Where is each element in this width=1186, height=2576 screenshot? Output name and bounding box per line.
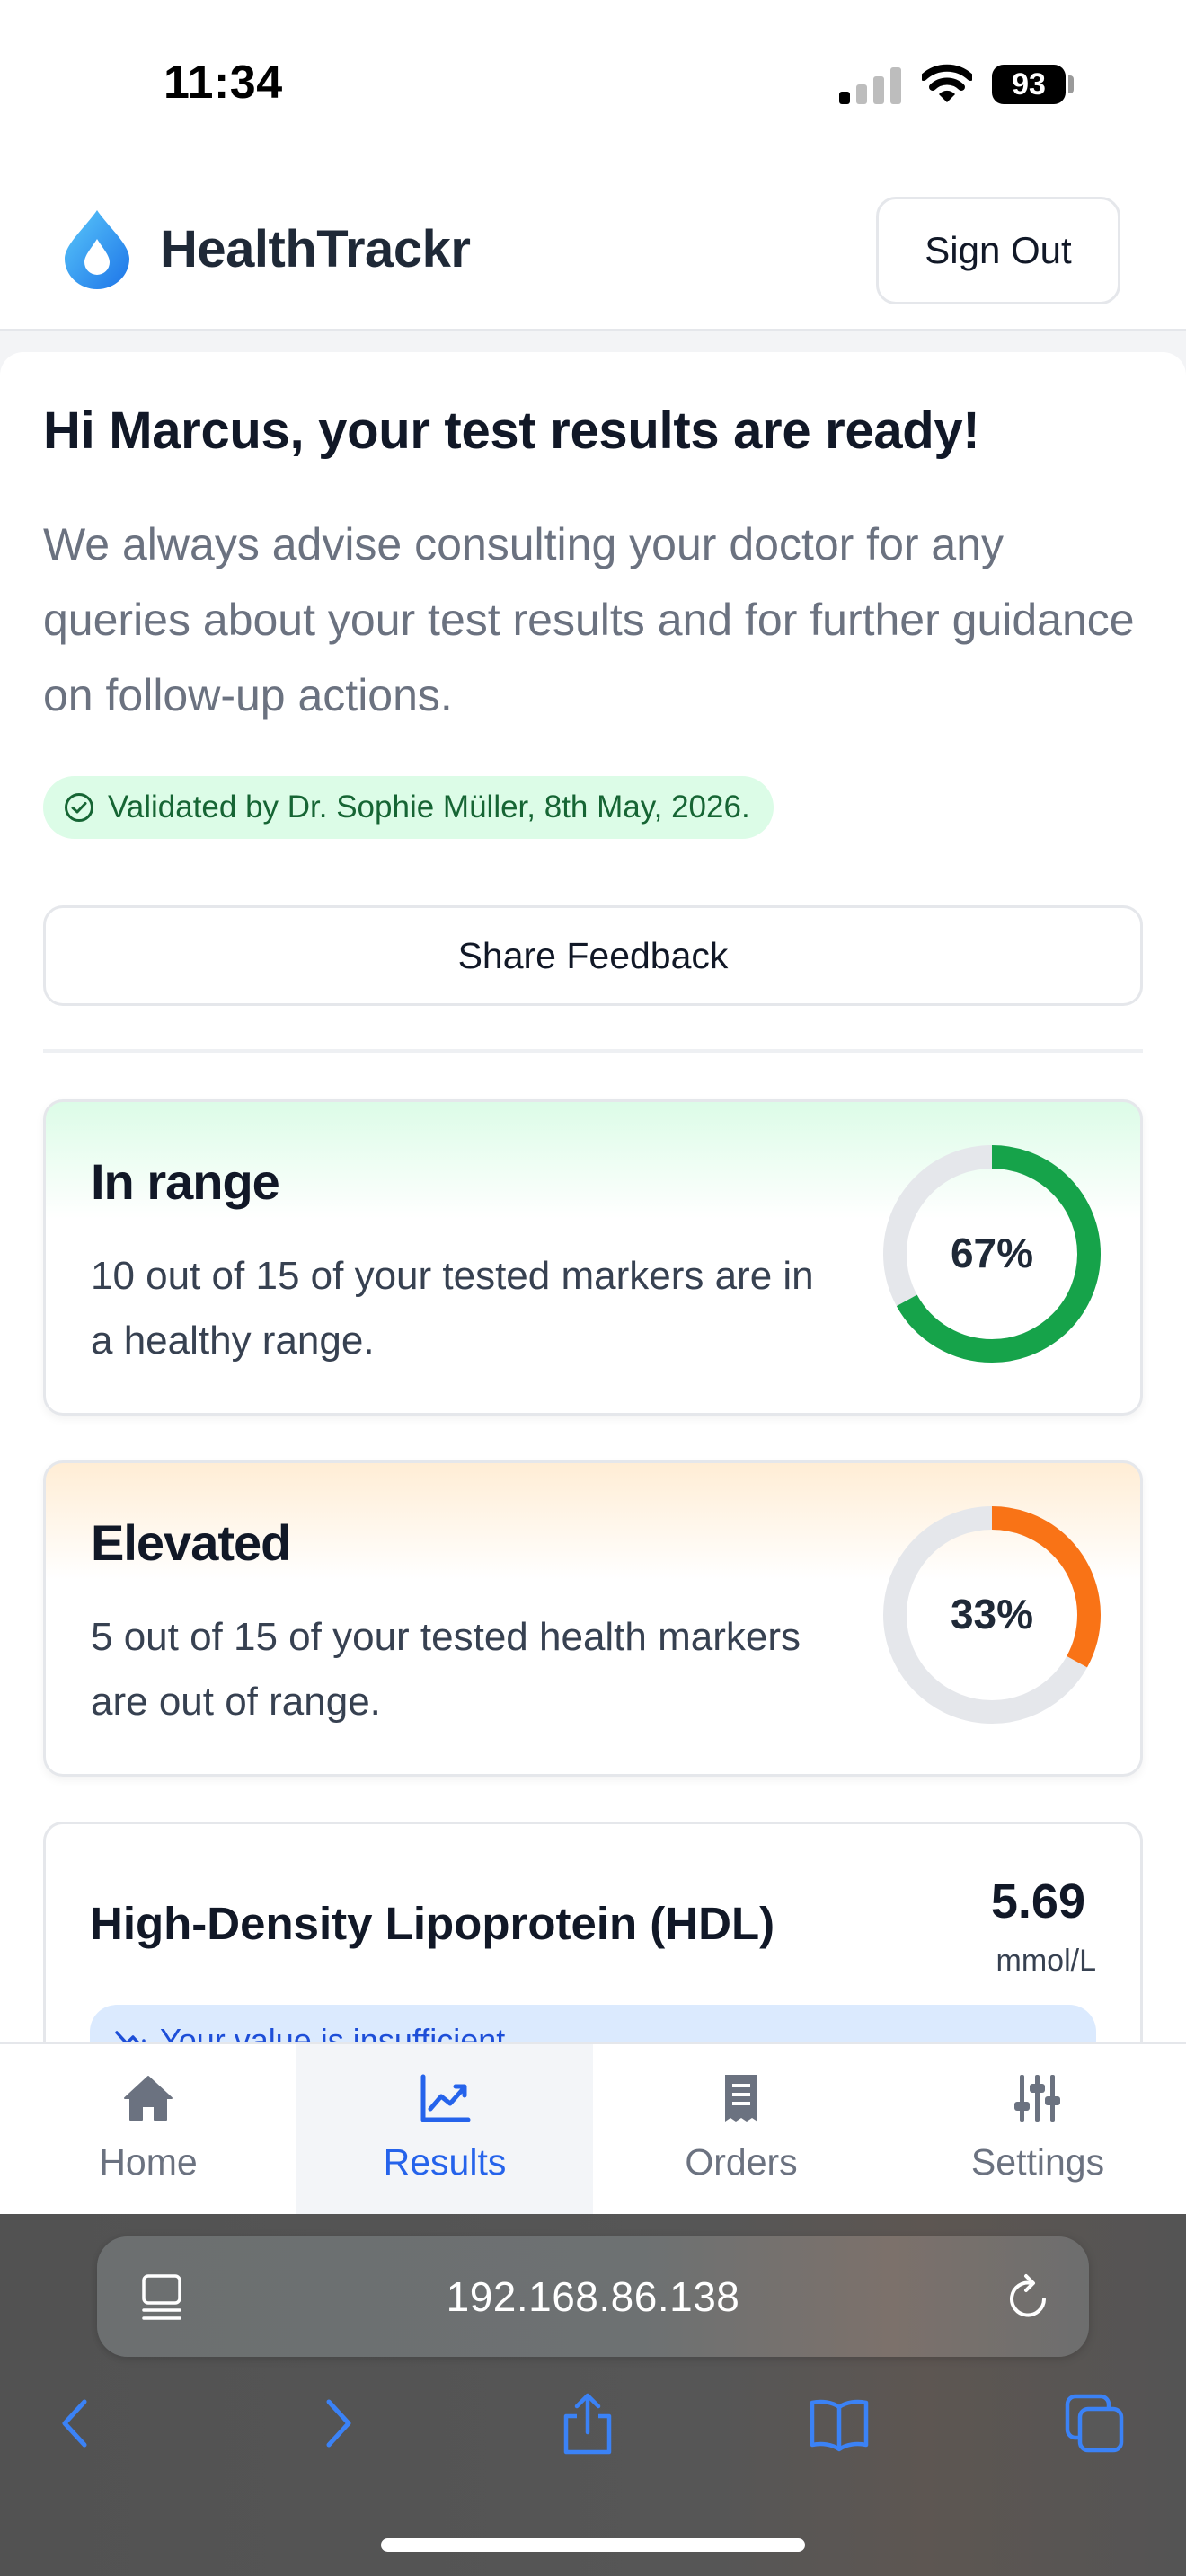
- forward-icon[interactable]: [305, 2391, 367, 2456]
- home-icon: [124, 2076, 173, 2121]
- nav-label: Results: [383, 2141, 507, 2183]
- validated-text: Validated by Dr. Sophie Müller, 8th May,…: [108, 790, 750, 825]
- back-icon[interactable]: [47, 2391, 108, 2456]
- water-drop-logo-icon: [65, 210, 129, 289]
- check-circle-icon: [65, 793, 93, 822]
- bottom-nav: Home Results Orders Settings: [0, 2042, 1186, 2217]
- validated-badge: Validated by Dr. Sophie Müller, 8th May,…: [43, 776, 774, 839]
- wifi-icon: [922, 64, 972, 102]
- share-feedback-button[interactable]: Share Feedback: [43, 905, 1143, 1006]
- reload-icon[interactable]: [1005, 2271, 1055, 2323]
- nav-home[interactable]: Home: [0, 2044, 296, 2217]
- elevated-donut: 33%: [883, 1506, 1101, 1724]
- nav-results[interactable]: Results: [296, 2044, 593, 2217]
- tabs-icon[interactable]: [1064, 2391, 1125, 2456]
- nav-label: Orders: [685, 2141, 798, 2183]
- home-indicator: [381, 2538, 805, 2552]
- battery-tip: [1068, 75, 1074, 93]
- greeting-heading: Hi Marcus, your test results are ready!: [43, 401, 980, 460]
- battery-indicator: 93: [992, 65, 1066, 104]
- section-divider: [43, 1049, 1143, 1053]
- url-text[interactable]: 192.168.86.138: [97, 2236, 1089, 2357]
- brand-name: HealthTrackr: [160, 220, 471, 278]
- nav-label: Home: [99, 2141, 198, 2183]
- marker-value: 5.69: [990, 1875, 1085, 1928]
- elevated-percent: 33%: [951, 1591, 1033, 1637]
- card-description: 10 out of 15 of your tested markers are …: [91, 1254, 814, 1363]
- sliders-icon: [1014, 2075, 1060, 2122]
- receipt-icon: [725, 2075, 757, 2122]
- in-range-percent: 67%: [951, 1230, 1033, 1276]
- status-time: 11:34: [164, 57, 283, 109]
- cellular-signal-icon: [839, 67, 901, 104]
- marker-unit: mmol/L: [996, 1944, 1096, 1978]
- nav-label: Settings: [970, 2141, 1105, 2183]
- marker-name: High-Density Lipoprotein (HDL): [90, 1898, 775, 1949]
- advice-text: We always advise consulting your doctor …: [43, 519, 1135, 720]
- in-range-card[interactable]: In range 10 out of 15 of your tested mar…: [43, 1099, 1143, 1416]
- nav-orders[interactable]: Orders: [593, 2044, 890, 2217]
- card-description: 5 out of 15 of your tested health marker…: [91, 1615, 801, 1724]
- card-title: In range: [91, 1153, 280, 1210]
- bookmarks-icon[interactable]: [809, 2391, 870, 2456]
- sign-out-button[interactable]: Sign Out: [876, 197, 1120, 304]
- chart-icon: [420, 2074, 471, 2122]
- elevated-card[interactable]: Elevated 5 out of 15 of your tested heal…: [43, 1460, 1143, 1777]
- share-icon[interactable]: [557, 2391, 618, 2456]
- nav-settings[interactable]: Settings: [890, 2044, 1186, 2217]
- card-title: Elevated: [91, 1514, 291, 1571]
- in-range-donut: 67%: [883, 1145, 1101, 1363]
